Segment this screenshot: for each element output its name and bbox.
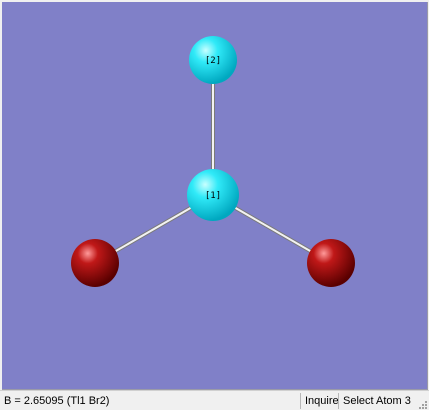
status-mode: Inquire — [300, 393, 341, 409]
molecule-viewer-window: [2] [1] B = 2.65095 (Tl1 Br2) Inquire Se… — [0, 0, 429, 410]
atom-tl2[interactable]: [2] — [189, 36, 237, 84]
atom-br4[interactable] — [307, 239, 355, 287]
atom-label-2: [2] — [205, 56, 221, 66]
molecule-viewport[interactable]: [2] [1] — [2, 2, 428, 390]
size-grip-icon[interactable] — [416, 398, 428, 410]
atom-br3[interactable] — [71, 239, 119, 287]
atom-label-1: [1] — [205, 191, 221, 201]
atom-tl1[interactable]: [1] — [187, 169, 239, 221]
status-measurement: B = 2.65095 (Tl1 Br2) — [4, 395, 110, 407]
status-bar: B = 2.65095 (Tl1 Br2) Inquire Select Ato… — [0, 390, 429, 410]
molecule-canvas[interactable]: [2] [1] — [2, 2, 427, 389]
status-action: Select Atom 3 — [338, 393, 415, 409]
